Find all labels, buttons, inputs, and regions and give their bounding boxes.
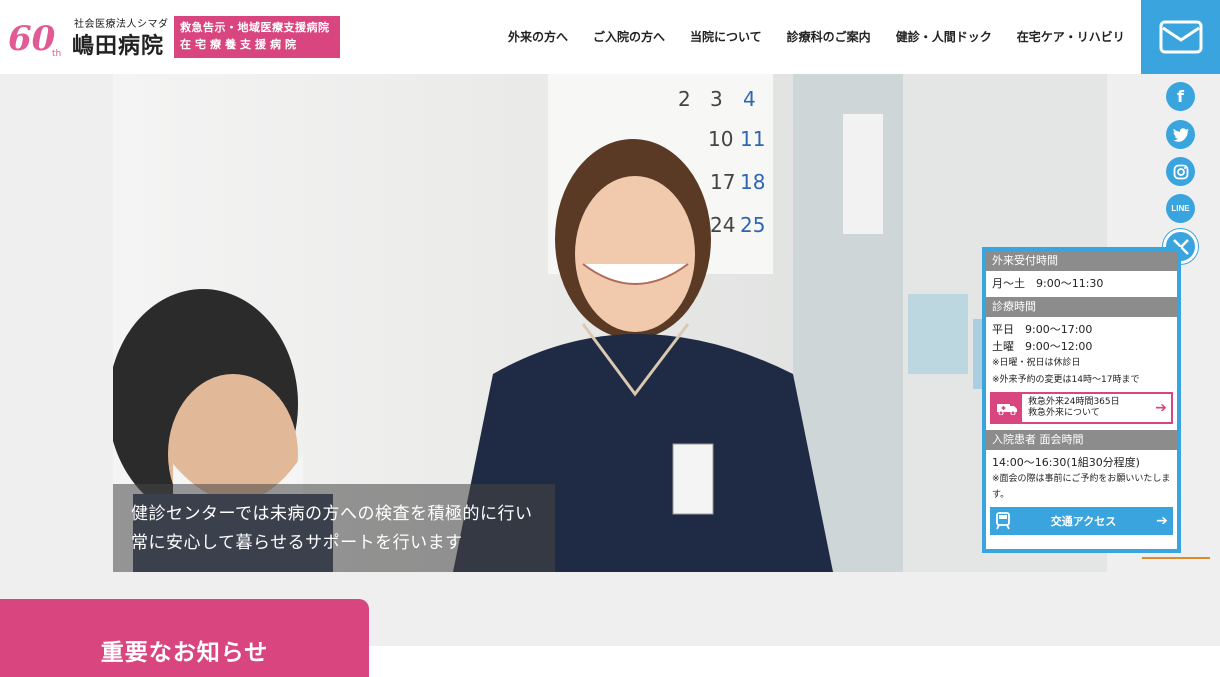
nav-outpatient[interactable]: 外来の方へ [508,28,568,48]
facebook-link[interactable]: f [1166,82,1195,111]
calendar-number: 24 [710,213,735,237]
line-link[interactable]: LINE [1166,194,1195,223]
logo-suffix: th [52,49,61,58]
access-label: 交通アクセス [1050,515,1117,528]
site-header: 60 th 社会医療法人シマダ 嶋田病院 救急告示・地域医療支援病院 在宅療養支… [0,0,1220,74]
badge-line-2: 在宅療養支援病院 [180,38,300,51]
60th-anniversary-logo: 60 th [8,19,61,58]
badge-line-1: 救急告示・地域医療支援病院 [180,21,330,34]
nav-homecare[interactable]: 在宅ケア・リハビリ [1017,28,1125,48]
logo-number: 60 [8,19,56,58]
er-line-2: 救急外来について [1028,408,1100,418]
contact-mail-button[interactable] [1141,0,1220,74]
nav-departments[interactable]: 診療科のご案内 [787,28,871,48]
hospital-designation-badge: 救急告示・地域医療支援病院 在宅療養支援病院 [174,16,340,58]
calendar-number: 4 [743,87,756,111]
outpatient-heading: 外来受付時間 [986,251,1177,271]
weekday-hours: 平日 9:00〜17:00 [992,323,1093,336]
consult-heading: 診療時間 [986,297,1177,317]
hero-caption-line-1: 健診センターでは未病の方への検査を積極的に行い [131,504,533,524]
important-notice-tab[interactable]: 重要なお知らせ [0,599,369,677]
saturday-hours: 土曜 9:00〜12:00 [992,340,1093,353]
hospital-name: 嶋田病院 [72,33,165,59]
calendar-number: 2 [678,87,691,111]
slider-indicator[interactable] [1142,557,1210,559]
train-icon [990,512,1016,530]
instagram-icon [1173,164,1188,179]
facebook-icon: f [1177,87,1184,106]
calendar-number: 25 [740,213,765,237]
emergency-outpatient-link[interactable]: 救急外来24時間365日 救急外来について ➔ [990,392,1173,424]
mail-icon [1159,20,1202,54]
closed-days-note: ※日曜・祝日は休診日 [992,358,1081,368]
ambulance-icon [992,394,1022,422]
calendar-number: 10 [708,127,733,151]
nav-about[interactable]: 当院について [690,28,762,48]
arrow-right-icon: ➔ [1155,400,1167,416]
er-line-1: 救急外来24時間365日 [1028,397,1120,407]
important-notice-label: 重要なお知らせ [100,640,269,666]
twitter-icon [1172,127,1189,142]
outpatient-hours: 月〜土 9:00〜11:30 [992,277,1104,290]
calendar-number: 11 [740,127,765,151]
nav-checkup[interactable]: 健診・人間ドック [896,28,992,48]
visiting-heading: 入院患者 面会時間 [986,430,1177,450]
instagram-link[interactable] [1166,157,1195,186]
main-nav: 外来の方へ ご入院の方へ 当院について 診療科のご案内 健診・人間ドック 在宅ケ… [508,28,1150,48]
line-icon: LINE [1171,204,1190,213]
calendar-number: 17 [710,170,735,194]
nav-inpatient[interactable]: ご入院の方へ [593,28,665,48]
visiting-note: ※面会の際は事前にご予約をお願いいたします。 [992,474,1171,500]
twitter-link[interactable] [1166,120,1195,149]
visiting-hours: 14:00〜16:30(1組30分程度) [992,456,1140,469]
calendar-number: 18 [740,170,765,194]
arrow-right-icon: ➔ [1156,513,1168,529]
hero-caption-line-2: 常に安心して暮らせるサポートを行います [131,533,463,553]
reservation-change-note: ※外来予約の変更は14時〜17時まで [992,375,1140,385]
hours-info-panel: 外来受付時間 月〜土 9:00〜11:30 診療時間 平日 9:00〜17:00… [982,247,1181,553]
access-link[interactable]: 交通アクセス ➔ [990,507,1173,535]
site-logo[interactable]: 60 th 社会医療法人シマダ 嶋田病院 救急告示・地域医療支援病院 在宅療養支… [8,14,343,62]
calendar-number: 3 [710,87,723,111]
hero-caption: 健診センターでは未病の方への検査を積極的に行い 常に安心して暮らせるサポートを行… [113,484,555,572]
